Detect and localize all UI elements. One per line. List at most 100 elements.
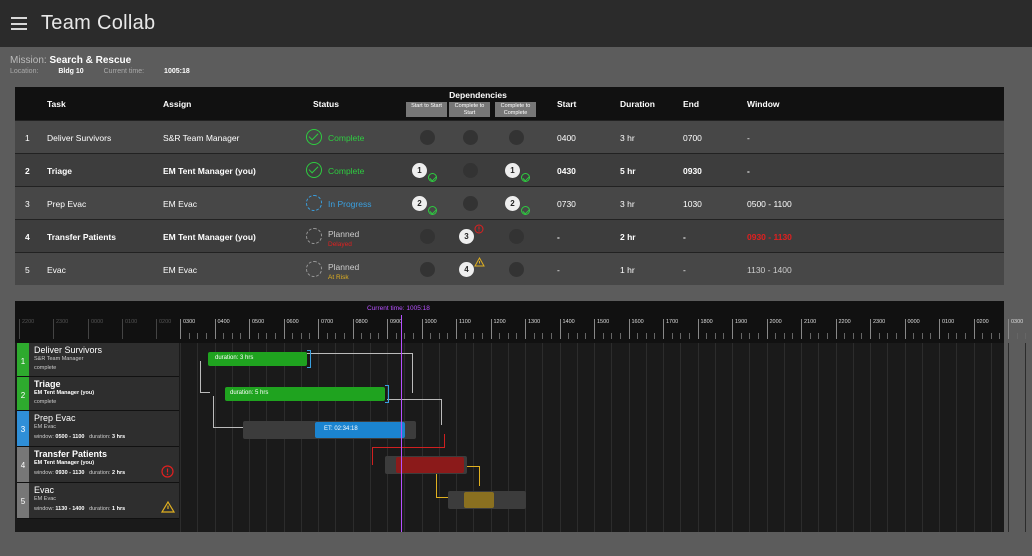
minor-tick [990,333,992,339]
minor-tick [576,333,578,339]
minor-tick [292,333,294,339]
gantt-bar-transfer-patients[interactable] [396,457,464,473]
task-number: 4 [17,447,29,482]
status-subtext: Delayed [328,241,352,248]
menu-icon[interactable] [11,17,27,30]
status-text: Complete [328,166,365,176]
task-assignee: EM Evac [34,496,57,502]
start-time: - [557,232,560,242]
grid-line [663,343,664,532]
grid-line [852,343,854,532]
time-tick: 0000 [88,319,103,339]
location-value: Bldg 10 [58,68,84,75]
task-number: 2 [17,377,29,410]
gantt-task-5[interactable]: 5 Evac EM Evac window: 1130 - 1400 durat… [17,483,179,519]
current-time-label: Current time: [103,68,145,75]
dep-badge[interactable]: 1 [505,163,520,178]
app-title: Team Collab [41,12,156,34]
minor-tick [878,333,880,339]
dep-badge[interactable]: 2 [505,196,520,211]
minor-tick [930,333,932,339]
app-root: Team Collab Mission: Search & Rescue Loc… [0,0,1032,556]
header-task[interactable]: Task [47,99,66,109]
header-end[interactable]: End [683,99,699,109]
grid-line [214,343,216,532]
time-tick: 1300 [525,319,540,339]
grid-line [680,343,682,532]
duration-label: duration: [89,434,111,440]
header-assign[interactable]: Assign [163,99,191,109]
grid-line [887,343,889,532]
duration-value: 3 hrs [112,434,126,440]
check-icon [428,173,437,182]
time-tick: 0400 [214,319,230,339]
time-tick: 0300 [1008,319,1023,339]
grid-line [697,343,699,532]
minor-tick [343,333,345,339]
header-dep-complete-to-complete[interactable]: Complete to Complete [495,102,536,117]
check-icon [521,173,530,182]
table-row[interactable]: 5 Evac EM Evac Planned At Risk 4 - 1 hr … [15,252,1004,285]
time-tick: 1200 [490,319,506,339]
time-tick: 1900 [732,319,747,339]
gantt-task-4[interactable]: 4 Transfer Patients EM Tent Manager (you… [17,447,179,483]
minor-tick [412,333,414,339]
dep-badge[interactable]: 4 [459,262,474,277]
alert-icon [161,465,174,478]
start-time: 0430 [557,166,576,176]
gantt-bar-evac[interactable] [464,492,494,508]
table-row[interactable]: 2 Triage EM Tent Manager (you) Complete … [15,153,1004,186]
duration-value: 1 hrs [112,506,126,512]
minor-tick [585,333,587,339]
header-dep-complete-to-start[interactable]: Complete to Start [449,102,490,117]
grid-line [542,343,544,532]
time-tick: 2300 [870,319,885,339]
table-row[interactable]: 4 Transfer Patients EM Tent Manager (you… [15,219,1004,252]
window-value: 0500 - 1100 [55,434,85,440]
header-duration[interactable]: Duration [620,99,655,109]
grid-line [749,343,751,532]
grid-line [714,343,716,532]
time-tick: 0800 [352,319,368,339]
gantt-task-2[interactable]: 2 Triage EM Tent Manager (you) complete [17,377,179,411]
minor-tick [1016,333,1018,339]
dep-badge[interactable]: 2 [412,196,427,211]
dep-badge[interactable]: 1 [412,163,427,178]
minor-tick [757,333,759,339]
header-start[interactable]: Start [557,99,576,109]
minor-tick [964,333,966,339]
gantt-task-1[interactable]: 1 Deliver Survivors S&R Team Manager com… [17,343,179,377]
header-status[interactable]: Status [313,99,339,109]
status-subtext: At Risk [328,274,349,281]
minor-tick [533,333,535,339]
time-tick: 0500 [249,319,264,339]
minor-tick [671,333,673,339]
table-row[interactable]: 3 Prep Evac EM Evac In Progress 2 2 0730… [15,186,1004,219]
end-time: - [683,265,686,275]
dependency-connector [435,434,445,448]
minor-tick [895,333,897,339]
dep-badge[interactable]: 3 [459,229,474,244]
minor-tick [749,333,751,339]
minor-tick [611,333,613,339]
grid-line [835,343,837,532]
header-dep-start-to-start[interactable]: Start to Start [406,102,447,117]
minor-tick [188,333,190,339]
task-name: Triage [47,166,73,176]
window-label: window: [34,434,54,440]
assignee: EM Tent Manager (you) [163,166,256,176]
gantt-task-3[interactable]: 3 Prep Evac EM Evac window: 0500 - 1100 … [17,411,179,447]
time-tick: 2300 [53,319,68,339]
duration: 2 hr [620,232,636,242]
grid-line [594,343,595,532]
grid-line [231,343,233,532]
minor-tick [197,333,199,339]
bar-end-bracket [307,350,311,368]
time-tick: 0100 [939,319,954,339]
table-row[interactable]: 1 Deliver Survivors S&R Team Manager Com… [15,120,1004,153]
minor-tick [947,333,949,339]
task-status: complete [34,399,57,405]
header-window[interactable]: Window [747,99,780,109]
end-time: 0930 [683,166,702,176]
assignee: EM Evac [163,199,198,209]
